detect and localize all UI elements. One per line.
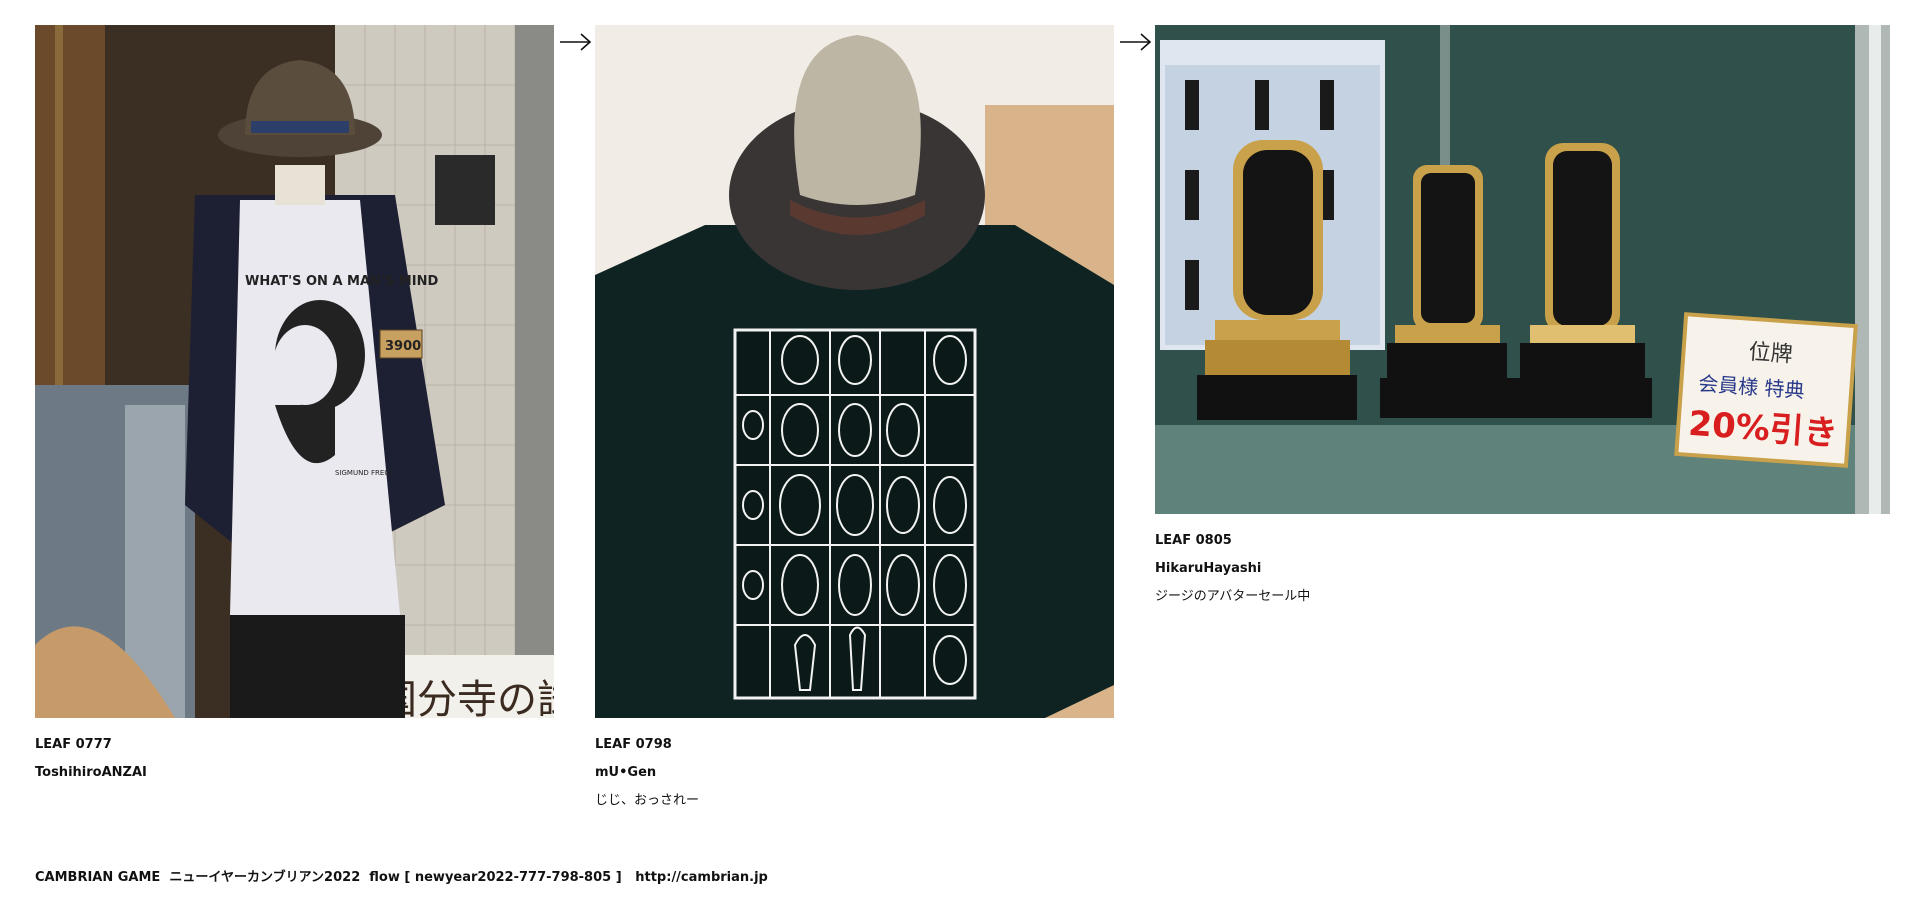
shirt-text: WHAT'S ON A MAN'S MIND (245, 274, 438, 289)
footer: CAMBRIAN GAME ニューイヤーカンブリアン2022 flow [ ne… (35, 866, 768, 885)
leaf-meta: LEAF 0777 ToshihiroANZAI (35, 731, 554, 787)
leaf-meta: LEAF 0798 mU•Gen じじ、おっされー (595, 731, 1114, 815)
leaf-caption: ジージのアバターセール中 (1155, 589, 1311, 604)
leaf-card-0777: 国分寺の試 WHAT'S ON A MAN'S MIND SIGMUND FRE… (35, 25, 554, 787)
memorial-tablets-photo-image: 位牌 会員様 特典 20%引き (1155, 25, 1890, 514)
page: 国分寺の試 WHAT'S ON A MAN'S MIND SIGMUND FRE… (0, 0, 1925, 900)
leaf-card-0805: 位牌 会員様 特典 20%引き LEAF 0805 HikaruHayashi … (1155, 25, 1890, 611)
price-tag-text: 3900 (385, 339, 421, 354)
leaf-author[interactable]: mU•Gen (595, 759, 1114, 787)
leaf-card-0798: LEAF 0798 mU•Gen じじ、おっされー (595, 25, 1114, 815)
footer-link[interactable]: http://cambrian.jp (635, 870, 768, 885)
leaf-caption: じじ、おっされー (595, 793, 700, 808)
leaf-photo-memorial-tablets[interactable]: 位牌 会員様 特典 20%引き (1155, 25, 1890, 514)
mannequin-photo-image: 国分寺の試 WHAT'S ON A MAN'S MIND SIGMUND FRE… (35, 25, 554, 718)
flow-arrow-icon (1120, 33, 1152, 51)
card-title: 位牌 (1748, 340, 1794, 368)
leaf-code: LEAF 0777 (35, 737, 112, 752)
leaf-photo-tshirt[interactable] (595, 25, 1114, 718)
tshirt-photo-image (595, 25, 1114, 718)
leaf-author[interactable]: ToshihiroANZAI (35, 759, 554, 787)
leaf-author[interactable]: HikaruHayashi (1155, 555, 1890, 583)
footer-text: CAMBRIAN GAME ニューイヤーカンブリアン2022 flow [ ne… (35, 870, 622, 885)
leaf-meta: LEAF 0805 HikaruHayashi ジージのアバターセール中 (1155, 527, 1890, 611)
leaf-photo-mannequin[interactable]: 国分寺の試 WHAT'S ON A MAN'S MIND SIGMUND FRE… (35, 25, 554, 718)
flow-arrow-icon (560, 33, 592, 51)
leaf-code: LEAF 0805 (1155, 533, 1232, 548)
shirt-signature: SIGMUND FREUD (335, 469, 395, 477)
leaf-code: LEAF 0798 (595, 737, 672, 752)
